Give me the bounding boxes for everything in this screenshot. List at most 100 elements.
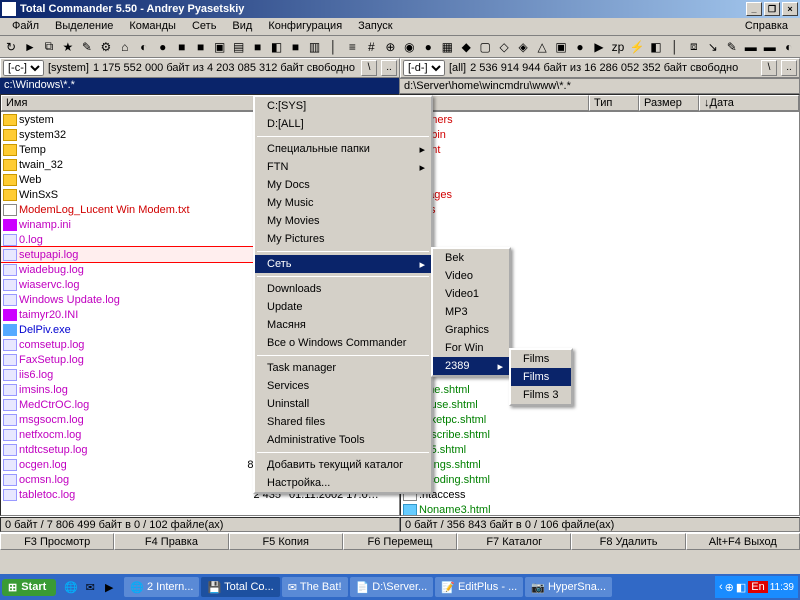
file-row[interactable]: anners [401,112,799,127]
file-row[interactable]: mages [401,187,799,202]
col-date-right[interactable]: ↓Дата [699,95,799,111]
menu-item[interactable]: Все о Windows Commander [255,334,431,352]
maximize-button[interactable]: ❐ [764,2,780,16]
close-button[interactable]: × [782,2,798,16]
menu-item[interactable]: Конфигурация [260,18,350,35]
menu-item[interactable]: FTN▸ [255,158,431,176]
file-row[interactable]: les [401,172,799,187]
menu-item[interactable]: Task manager [255,359,431,377]
toolbar-button[interactable]: ● [154,38,172,56]
toolbar-button[interactable]: ◉ [400,38,418,56]
file-row[interactable]: ettings.shtml [401,457,799,472]
tray-icon[interactable]: ◧ [736,581,746,594]
toolbar-button[interactable]: ⚙ [97,38,115,56]
taskbar-task[interactable]: 💾Total Co... [201,577,279,597]
menu-item[interactable]: Video1 [433,285,509,303]
tray-icon[interactable]: ⊕ [725,581,734,594]
toolbar-button[interactable]: ▦ [438,38,456,56]
menu-item[interactable]: Uninstall [255,395,431,413]
path-right[interactable]: d:\Server\home\wincmdru\www\*.* [399,78,800,94]
toolbar-button[interactable]: ⌂ [116,38,134,56]
menu-item[interactable]: Добавить текущий каталог [255,456,431,474]
system-tray[interactable]: ‹ ⊕ ◧ En 11:39 [715,576,798,598]
context-menu-3[interactable]: FilmsFilmsFilms 3 [509,348,573,406]
menu-item[interactable]: Выделение [47,18,121,35]
taskbar-task[interactable]: 📄D:\Server... [350,577,434,597]
menu-item[interactable]: Вид [224,18,260,35]
file-row[interactable]: ame.shtml [401,382,799,397]
menu-item[interactable]: My Pictures [255,230,431,248]
menu-item[interactable]: Сеть▸ [255,255,431,273]
toolbar-button[interactable]: ▬ [742,38,760,56]
toolbar-button[interactable]: ► [21,38,39,56]
col-size-right[interactable]: Размер [639,95,699,111]
tray-icon[interactable]: ‹ [719,581,723,593]
context-menu-1[interactable]: C:[SYS]D:[ALL]Специальные папки▸FTN▸My D… [253,95,433,494]
menu-item[interactable]: Films [511,350,571,368]
menu-item[interactable]: Масяня [255,316,431,334]
menu-item[interactable]: Специальные папки▸ [255,140,431,158]
file-row[interactable]: Noname3.html [401,502,799,515]
menu-item[interactable]: 2389▸ [433,357,509,375]
root-button-left[interactable]: \ [361,60,377,76]
menu-item[interactable]: Shared files [255,413,431,431]
toolbar-button[interactable]: ■ [287,38,305,56]
menu-item[interactable]: Services [255,377,431,395]
menu-item[interactable]: Файл [4,18,47,35]
menu-item[interactable]: MP3 [433,303,509,321]
file-row[interactable]: s55.shtml [401,442,799,457]
toolbar-button[interactable]: │ [666,38,684,56]
fn-button[interactable]: F6 Перемещ [343,533,457,550]
toolbar-button[interactable]: ▢ [476,38,494,56]
tray-lang[interactable]: En [748,581,767,593]
menu-item[interactable]: Запуск [350,18,400,35]
toolbar-button[interactable]: ● [419,38,437,56]
file-row[interactable]: ng [401,157,799,172]
ql-icon[interactable]: 🌐 [62,577,80,597]
col-name-left[interactable]: Имя [1,95,259,111]
fn-button[interactable]: F4 Правка [114,533,228,550]
file-row[interactable]: etcoding.shtml [401,472,799,487]
file-row[interactable] [401,217,799,232]
toolbar-button[interactable]: ◈ [514,38,532,56]
toolbar-button[interactable]: ■ [249,38,267,56]
toolbar-button[interactable]: ◧ [268,38,286,56]
menu-item[interactable]: Сеть [184,18,224,35]
toolbar-button[interactable]: ✎ [723,38,741,56]
menu-item[interactable]: For Win [433,339,509,357]
toolbar-button[interactable]: ● [571,38,589,56]
file-row[interactable]: ocketpc.shtml [401,412,799,427]
toolbar-button[interactable]: ★ [59,38,77,56]
start-button[interactable]: ⊞ Start [2,579,56,596]
menu-item[interactable]: Films 3 [511,386,571,404]
menu-item[interactable]: Настройка... [255,474,431,492]
toolbar-button[interactable]: ≡ [343,38,361,56]
toolbar-button[interactable]: ↻ [2,38,20,56]
toolbar-button[interactable]: ◐ [135,38,153,56]
toolbar-button[interactable]: ◇ [495,38,513,56]
menu-item[interactable]: Administrative Tools [255,431,431,449]
fn-button[interactable]: F7 Каталог [457,533,571,550]
menu-item[interactable]: C:[SYS] [255,97,431,115]
file-row[interactable]: ubscribe.shtml [401,427,799,442]
toolbar-button[interactable]: ⧈ [685,38,703,56]
menu-item[interactable]: Команды [121,18,184,35]
menu-item[interactable]: Downloads [255,280,431,298]
toolbar-button[interactable]: ▣ [211,38,229,56]
file-row[interactable]: ount [401,142,799,157]
drive-select-left[interactable]: [-c-] [3,60,44,76]
toolbar-button[interactable]: │ [324,38,342,56]
taskbar-task[interactable]: 📷HyperSna... [525,577,612,597]
toolbar-button[interactable]: ◧ [647,38,665,56]
menu-item[interactable]: Update [255,298,431,316]
taskbar-task[interactable]: ✉The Bat! [282,577,348,597]
toolbar-button[interactable]: ↘ [704,38,722,56]
clock[interactable]: 11:39 [770,582,794,593]
toolbar-button[interactable]: ⚡ [628,38,646,56]
toolbar-button[interactable]: zp [609,38,627,56]
menu-item[interactable]: My Movies [255,212,431,230]
menu-item[interactable]: D:[ALL] [255,115,431,133]
root-button-right[interactable]: \ [761,60,777,76]
menu-item[interactable]: Video [433,267,509,285]
toolbar-button[interactable]: ⧉ [40,38,58,56]
